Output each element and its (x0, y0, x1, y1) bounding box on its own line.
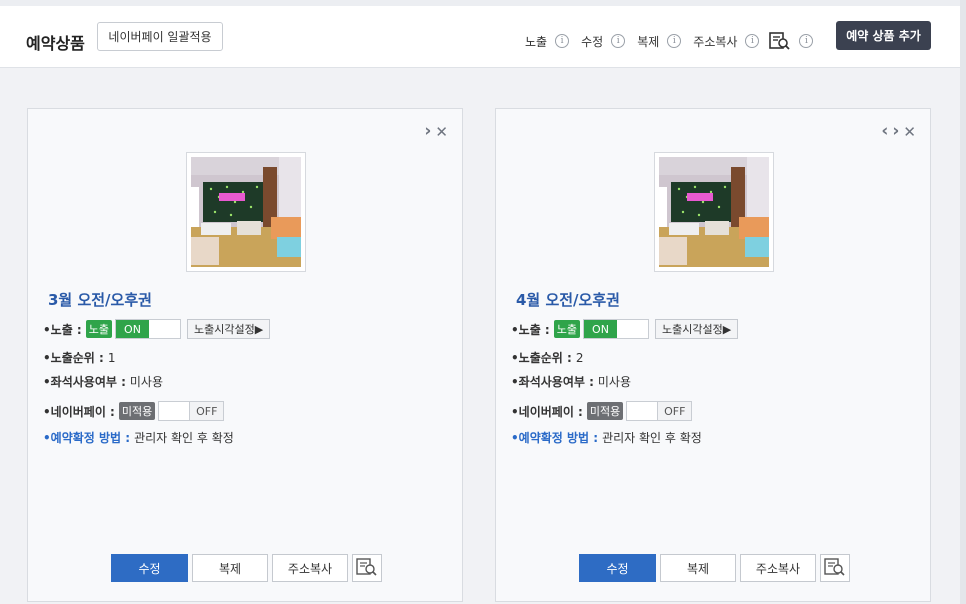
info-icon[interactable]: i (745, 34, 760, 48)
naverpay-status-badge: 미적용 (118, 402, 156, 420)
chevron-left-icon[interactable]: ‹ (881, 121, 888, 141)
seat-usage-row: •좌석사용여부 : 미사용 (511, 373, 631, 390)
rank-row: •노출순위 : 2 (511, 349, 583, 366)
document-search-icon (356, 557, 378, 579)
confirm-method-label: •예약확정 방법 : (43, 431, 131, 445)
copy-button[interactable]: 복제 (660, 554, 736, 582)
naverpay-toggle[interactable]: OFF (626, 401, 693, 421)
seat-usage-label: •좌석사용여부 : (511, 375, 594, 389)
seat-usage-value: 미사용 (597, 375, 632, 389)
scrollbar-track[interactable] (960, 0, 966, 604)
card-controls: › ✕ (424, 121, 448, 141)
rank-label: •노출순위 : (43, 351, 104, 365)
close-icon[interactable]: ✕ (903, 123, 916, 141)
rank-value: 2 (575, 350, 584, 365)
exposure-time-setting-button[interactable]: 노출시각설정▶ (186, 319, 271, 339)
card-action-buttons: 수정 복제 주소복사 (579, 554, 850, 582)
exposure-row: •노출 : 노출 ON 노출시각설정▶ (511, 319, 739, 339)
card-action-buttons: 수정 복제 주소복사 (111, 554, 382, 582)
rank-row: •노출순위 : 1 (43, 349, 115, 366)
header-tools: 노출 i 수정 i 복제 i 주소복사 i i (525, 32, 814, 50)
document-search-icon (824, 557, 846, 579)
close-icon[interactable]: ✕ (435, 123, 448, 141)
product-image (659, 157, 769, 267)
chevron-right-icon[interactable]: › (424, 121, 431, 141)
tool-exposure-label: 노출 (525, 34, 548, 49)
exposure-toggle[interactable]: ON (582, 319, 649, 339)
edit-button[interactable]: 수정 (111, 554, 188, 582)
info-icon[interactable]: i (611, 34, 626, 48)
info-icon[interactable]: i (799, 34, 814, 48)
page-header: 예약상품 네이버페이 일괄적용 노출 i 수정 i 복제 i 주소복사 i i … (0, 6, 960, 68)
product-image (191, 157, 301, 267)
exposure-status-badge: 노출 (553, 320, 580, 338)
tool-address-label: 주소복사 (693, 34, 738, 49)
copy-address-button[interactable]: 주소복사 (272, 554, 348, 582)
chevron-right-icon[interactable]: › (892, 121, 899, 141)
naverpay-label: •네이버페이 : (43, 404, 115, 419)
rank-label: •노출순위 : (511, 351, 572, 365)
copy-address-button[interactable]: 주소복사 (740, 554, 816, 582)
info-icon[interactable]: i (555, 34, 570, 48)
product-card: › ✕ 3월 오전/오후권 •노출 : 노출 ON 노출시각설정▶ •노출순위 … (27, 108, 463, 602)
exposure-status-badge: 노출 (85, 320, 112, 338)
exposure-toggle[interactable]: ON (114, 319, 181, 339)
rank-value: 1 (107, 350, 116, 365)
preview-button[interactable] (820, 554, 850, 582)
naverpay-label: •네이버페이 : (511, 404, 583, 419)
tool-copy-label: 복제 (637, 34, 660, 49)
toggle-off-label: OFF (657, 402, 692, 420)
seat-usage-label: •좌석사용여부 : (43, 375, 126, 389)
naverpay-row: •네이버페이 : 미적용 OFF (511, 401, 693, 421)
exposure-row: •노출 : 노출 ON 노출시각설정▶ (43, 319, 271, 339)
page-title: 예약상품 (26, 34, 85, 53)
exposure-time-setting-button[interactable]: 노출시각설정▶ (654, 319, 739, 339)
edit-button[interactable]: 수정 (579, 554, 656, 582)
toggle-off-label: OFF (189, 402, 224, 420)
preview-button[interactable] (352, 554, 382, 582)
exposure-label: •노출 : (43, 322, 82, 337)
toggle-on-label: ON (115, 320, 149, 338)
card-controls: ‹ › ✕ (881, 121, 916, 141)
confirm-method-row: •예약확정 방법 : 관리자 확인 후 확정 (43, 429, 234, 446)
confirm-method-value: 관리자 확인 후 확정 (134, 431, 234, 445)
toggle-on-label: ON (583, 320, 617, 338)
add-reservation-product-button[interactable]: 예약 상품 추가 (836, 21, 931, 50)
exposure-label: •노출 : (511, 322, 550, 337)
confirm-method-row: •예약확정 방법 : 관리자 확인 후 확정 (511, 429, 702, 446)
product-card: ‹ › ✕ 4월 오전/오후권 •노출 : 노출 ON 노출시각설정▶ •노출순… (495, 108, 931, 602)
naverpay-bulk-apply-button[interactable]: 네이버페이 일괄적용 (97, 22, 223, 51)
seat-usage-value: 미사용 (129, 375, 164, 389)
naverpay-row: •네이버페이 : 미적용 OFF (43, 401, 225, 421)
seat-usage-row: •좌석사용여부 : 미사용 (43, 373, 163, 390)
document-search-icon (769, 32, 791, 50)
product-name[interactable]: 3월 오전/오후권 (48, 289, 152, 310)
confirm-method-label: •예약확정 방법 : (511, 431, 599, 445)
naverpay-status-badge: 미적용 (586, 402, 624, 420)
product-name[interactable]: 4월 오전/오후권 (516, 289, 620, 310)
copy-button[interactable]: 복제 (192, 554, 268, 582)
tool-edit-label: 수정 (581, 34, 604, 49)
naverpay-toggle[interactable]: OFF (158, 401, 225, 421)
product-thumbnail (654, 152, 774, 272)
product-thumbnail (186, 152, 306, 272)
confirm-method-value: 관리자 확인 후 확정 (602, 431, 702, 445)
info-icon[interactable]: i (667, 34, 682, 48)
